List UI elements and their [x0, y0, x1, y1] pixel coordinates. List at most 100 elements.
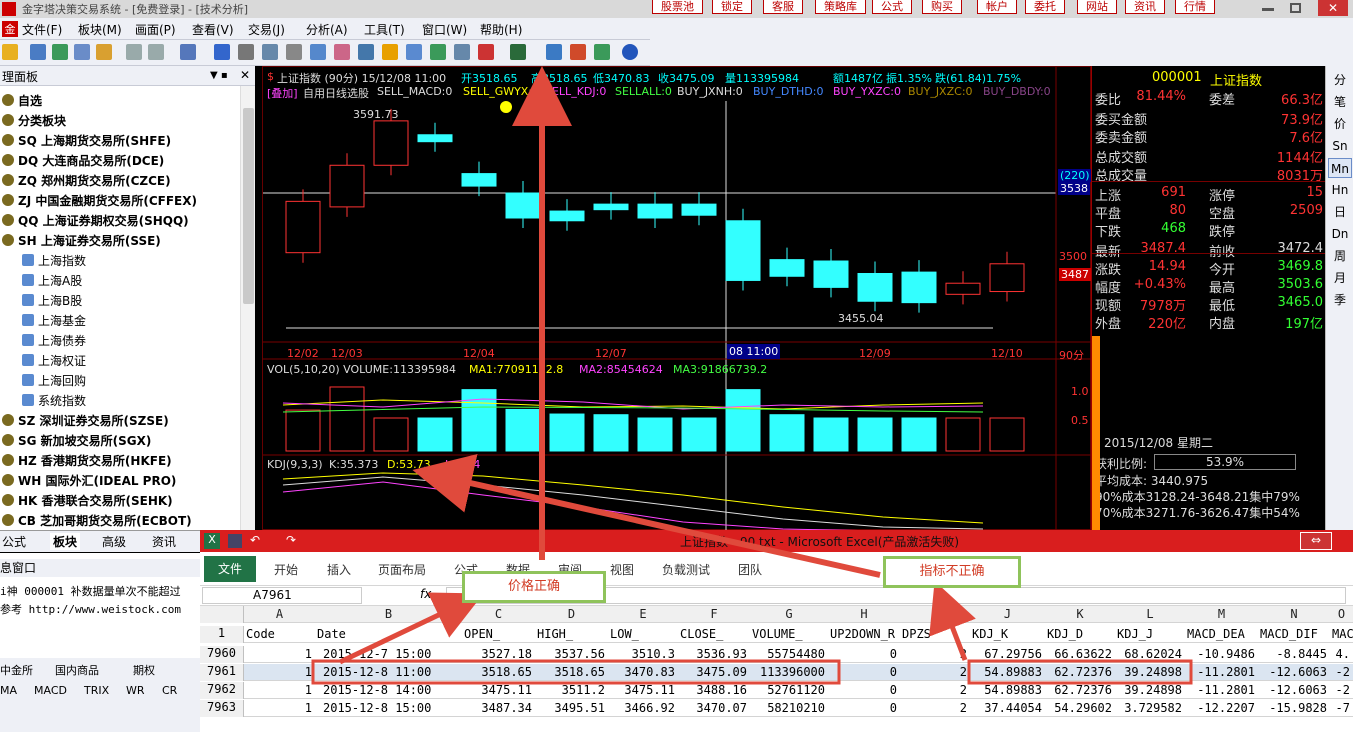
tree-item[interactable]: 自选: [2, 92, 42, 109]
top-button[interactable]: 股票池: [652, 0, 703, 14]
indicator-icon[interactable]: [310, 44, 326, 60]
layout-icon[interactable]: [30, 44, 46, 60]
tree-item[interactable]: SZ 深圳证券交易所(SZSE): [2, 412, 169, 429]
field-header-cell[interactable]: Date: [317, 627, 346, 641]
table-cell[interactable]: -2: [1330, 665, 1350, 679]
table-cell[interactable]: 3488.16: [678, 683, 747, 697]
table-cell[interactable]: 58210210: [750, 701, 825, 715]
period-tab[interactable]: 笔: [1328, 92, 1352, 112]
column-header[interactable]: D: [535, 607, 608, 621]
menu-tools[interactable]: 工具(T): [364, 21, 405, 38]
warning-icon[interactable]: [382, 44, 398, 60]
table-cell[interactable]: 1: [244, 701, 312, 715]
window-icon[interactable]: [510, 44, 526, 60]
table-cell[interactable]: 2015-12-8 11:00: [323, 665, 431, 679]
spreadsheet-grid[interactable]: A B C D E F G H I J K L M N O 1 Code Date OPEN_ HIGH_ LOW_ CL…: [200, 606, 1353, 732]
period-tab[interactable]: 日: [1328, 202, 1352, 222]
table-cell[interactable]: -7: [1330, 701, 1350, 715]
report-icon[interactable]: [74, 44, 90, 60]
delete-icon[interactable]: [334, 44, 350, 60]
table-cell[interactable]: 2: [900, 665, 967, 679]
column-header[interactable]: M: [1185, 607, 1258, 621]
chart-icon[interactable]: [430, 44, 446, 60]
period-tab[interactable]: Hn: [1328, 180, 1352, 200]
monitor-icon[interactable]: [546, 44, 562, 60]
tree-item[interactable]: DQ 大连商品交易所(DCE): [2, 152, 164, 169]
tree-item[interactable]: SG 新加坡交易所(SGX): [2, 432, 151, 449]
table-cell[interactable]: 3527.18: [462, 647, 532, 661]
field-header-cell[interactable]: MAC: [1332, 627, 1353, 641]
field-header-cell[interactable]: CLOSE_: [680, 627, 723, 641]
list-icon[interactable]: [478, 44, 494, 60]
field-header-cell[interactable]: VOLUME_: [752, 627, 803, 641]
tree-item[interactable]: QQ 上海证券期权交易(SHQQ): [2, 212, 189, 229]
table-cell[interactable]: 0: [828, 647, 897, 661]
field-header-cell[interactable]: UP2DOWN_R: [830, 627, 895, 641]
tab-ma[interactable]: MA: [0, 684, 17, 697]
lock-icon[interactable]: [96, 44, 112, 60]
table-cell[interactable]: 4.: [1330, 647, 1350, 661]
tab-view[interactable]: 视图: [610, 561, 634, 578]
menu-help[interactable]: 帮助(H): [480, 21, 522, 38]
restore-icon[interactable]: [1290, 3, 1301, 13]
tab-load-test[interactable]: 负载测试: [662, 561, 710, 578]
column-header[interactable]: F: [678, 607, 750, 621]
table-cell[interactable]: 3495.51: [535, 701, 605, 715]
period-tab[interactable]: Sn: [1328, 136, 1352, 156]
fx-icon[interactable]: fx: [420, 587, 431, 601]
menu-analysis[interactable]: 分析(A): [306, 21, 348, 38]
table-cell[interactable]: 3511.2: [535, 683, 605, 697]
column-header[interactable]: C: [462, 607, 535, 621]
tree-item[interactable]: 上海回购: [2, 372, 86, 389]
ruler-icon[interactable]: [262, 44, 278, 60]
redo-icon[interactable]: [148, 44, 164, 60]
field-header-cell[interactable]: OPEN_: [464, 627, 500, 641]
table-cell[interactable]: 3475.09: [678, 665, 747, 679]
table-cell[interactable]: 3537.56: [535, 647, 605, 661]
tab-trix[interactable]: TRIX: [84, 684, 109, 697]
table-cell[interactable]: 54.89883: [970, 665, 1042, 679]
period-tab[interactable]: Dn: [1328, 224, 1352, 244]
top-button[interactable]: 策略库: [815, 0, 866, 14]
table-cell[interactable]: -10.9486: [1185, 647, 1255, 661]
period-tab[interactable]: 周: [1328, 246, 1352, 266]
table-cell[interactable]: 62.72376: [1045, 665, 1112, 679]
field-header-cell[interactable]: LOW_: [610, 627, 639, 641]
table-cell[interactable]: 2015-12-8 14:00: [323, 683, 431, 697]
menu-file[interactable]: 文件(F): [22, 21, 62, 38]
table-cell[interactable]: 3510.3: [608, 647, 675, 661]
table-cell[interactable]: 2015-12-7 15:00: [323, 647, 431, 661]
table-cell[interactable]: 2: [900, 683, 967, 697]
table-cell[interactable]: 3536.93: [678, 647, 747, 661]
tree-item[interactable]: SQ 上海期货交易所(SHFE): [2, 132, 171, 149]
field-header-cell[interactable]: DPZS: [902, 627, 931, 641]
period-tab[interactable]: 月: [1328, 268, 1352, 288]
crosshair-icon[interactable]: [214, 44, 230, 60]
table-cell[interactable]: 55754480: [750, 647, 825, 661]
table-cell[interactable]: -11.2801: [1185, 683, 1255, 697]
field-header-cell[interactable]: MACD_DIF: [1260, 627, 1318, 641]
column-header[interactable]: G: [750, 607, 828, 621]
print-icon[interactable]: [358, 44, 374, 60]
tab-file[interactable]: 文件: [204, 556, 256, 582]
top-button[interactable]: 客服: [763, 0, 803, 14]
stock-icon[interactable]: [570, 44, 586, 60]
column-header[interactable]: K: [1045, 607, 1115, 621]
table-cell[interactable]: 54.29602: [1045, 701, 1112, 715]
panel-pin-icon[interactable]: ▼ ▪: [210, 70, 228, 81]
tab-sector[interactable]: 板块: [50, 533, 81, 550]
table-cell[interactable]: 3466.92: [608, 701, 675, 715]
table-cell[interactable]: -12.2207: [1185, 701, 1255, 715]
tree-item[interactable]: WH 国际外汇(IDEAL PRO): [2, 472, 176, 489]
tab-news[interactable]: 资讯: [152, 533, 176, 550]
period-tab[interactable]: Mn: [1328, 158, 1352, 178]
tree-item[interactable]: ZJ 中国金融期货交易所(CFFEX): [2, 192, 197, 209]
grid-icon[interactable]: [52, 44, 68, 60]
tree-item[interactable]: 上海基金: [2, 312, 86, 329]
table-cell[interactable]: 39.24898: [1115, 665, 1182, 679]
field-header-cell[interactable]: MACD_DEA: [1187, 627, 1245, 641]
top-button[interactable]: 帐户: [977, 0, 1017, 14]
tab-options[interactable]: 期权: [133, 662, 155, 678]
menu-window[interactable]: 窗口(W): [422, 21, 467, 38]
field-header-cell[interactable]: KDJ_J: [1117, 627, 1153, 641]
